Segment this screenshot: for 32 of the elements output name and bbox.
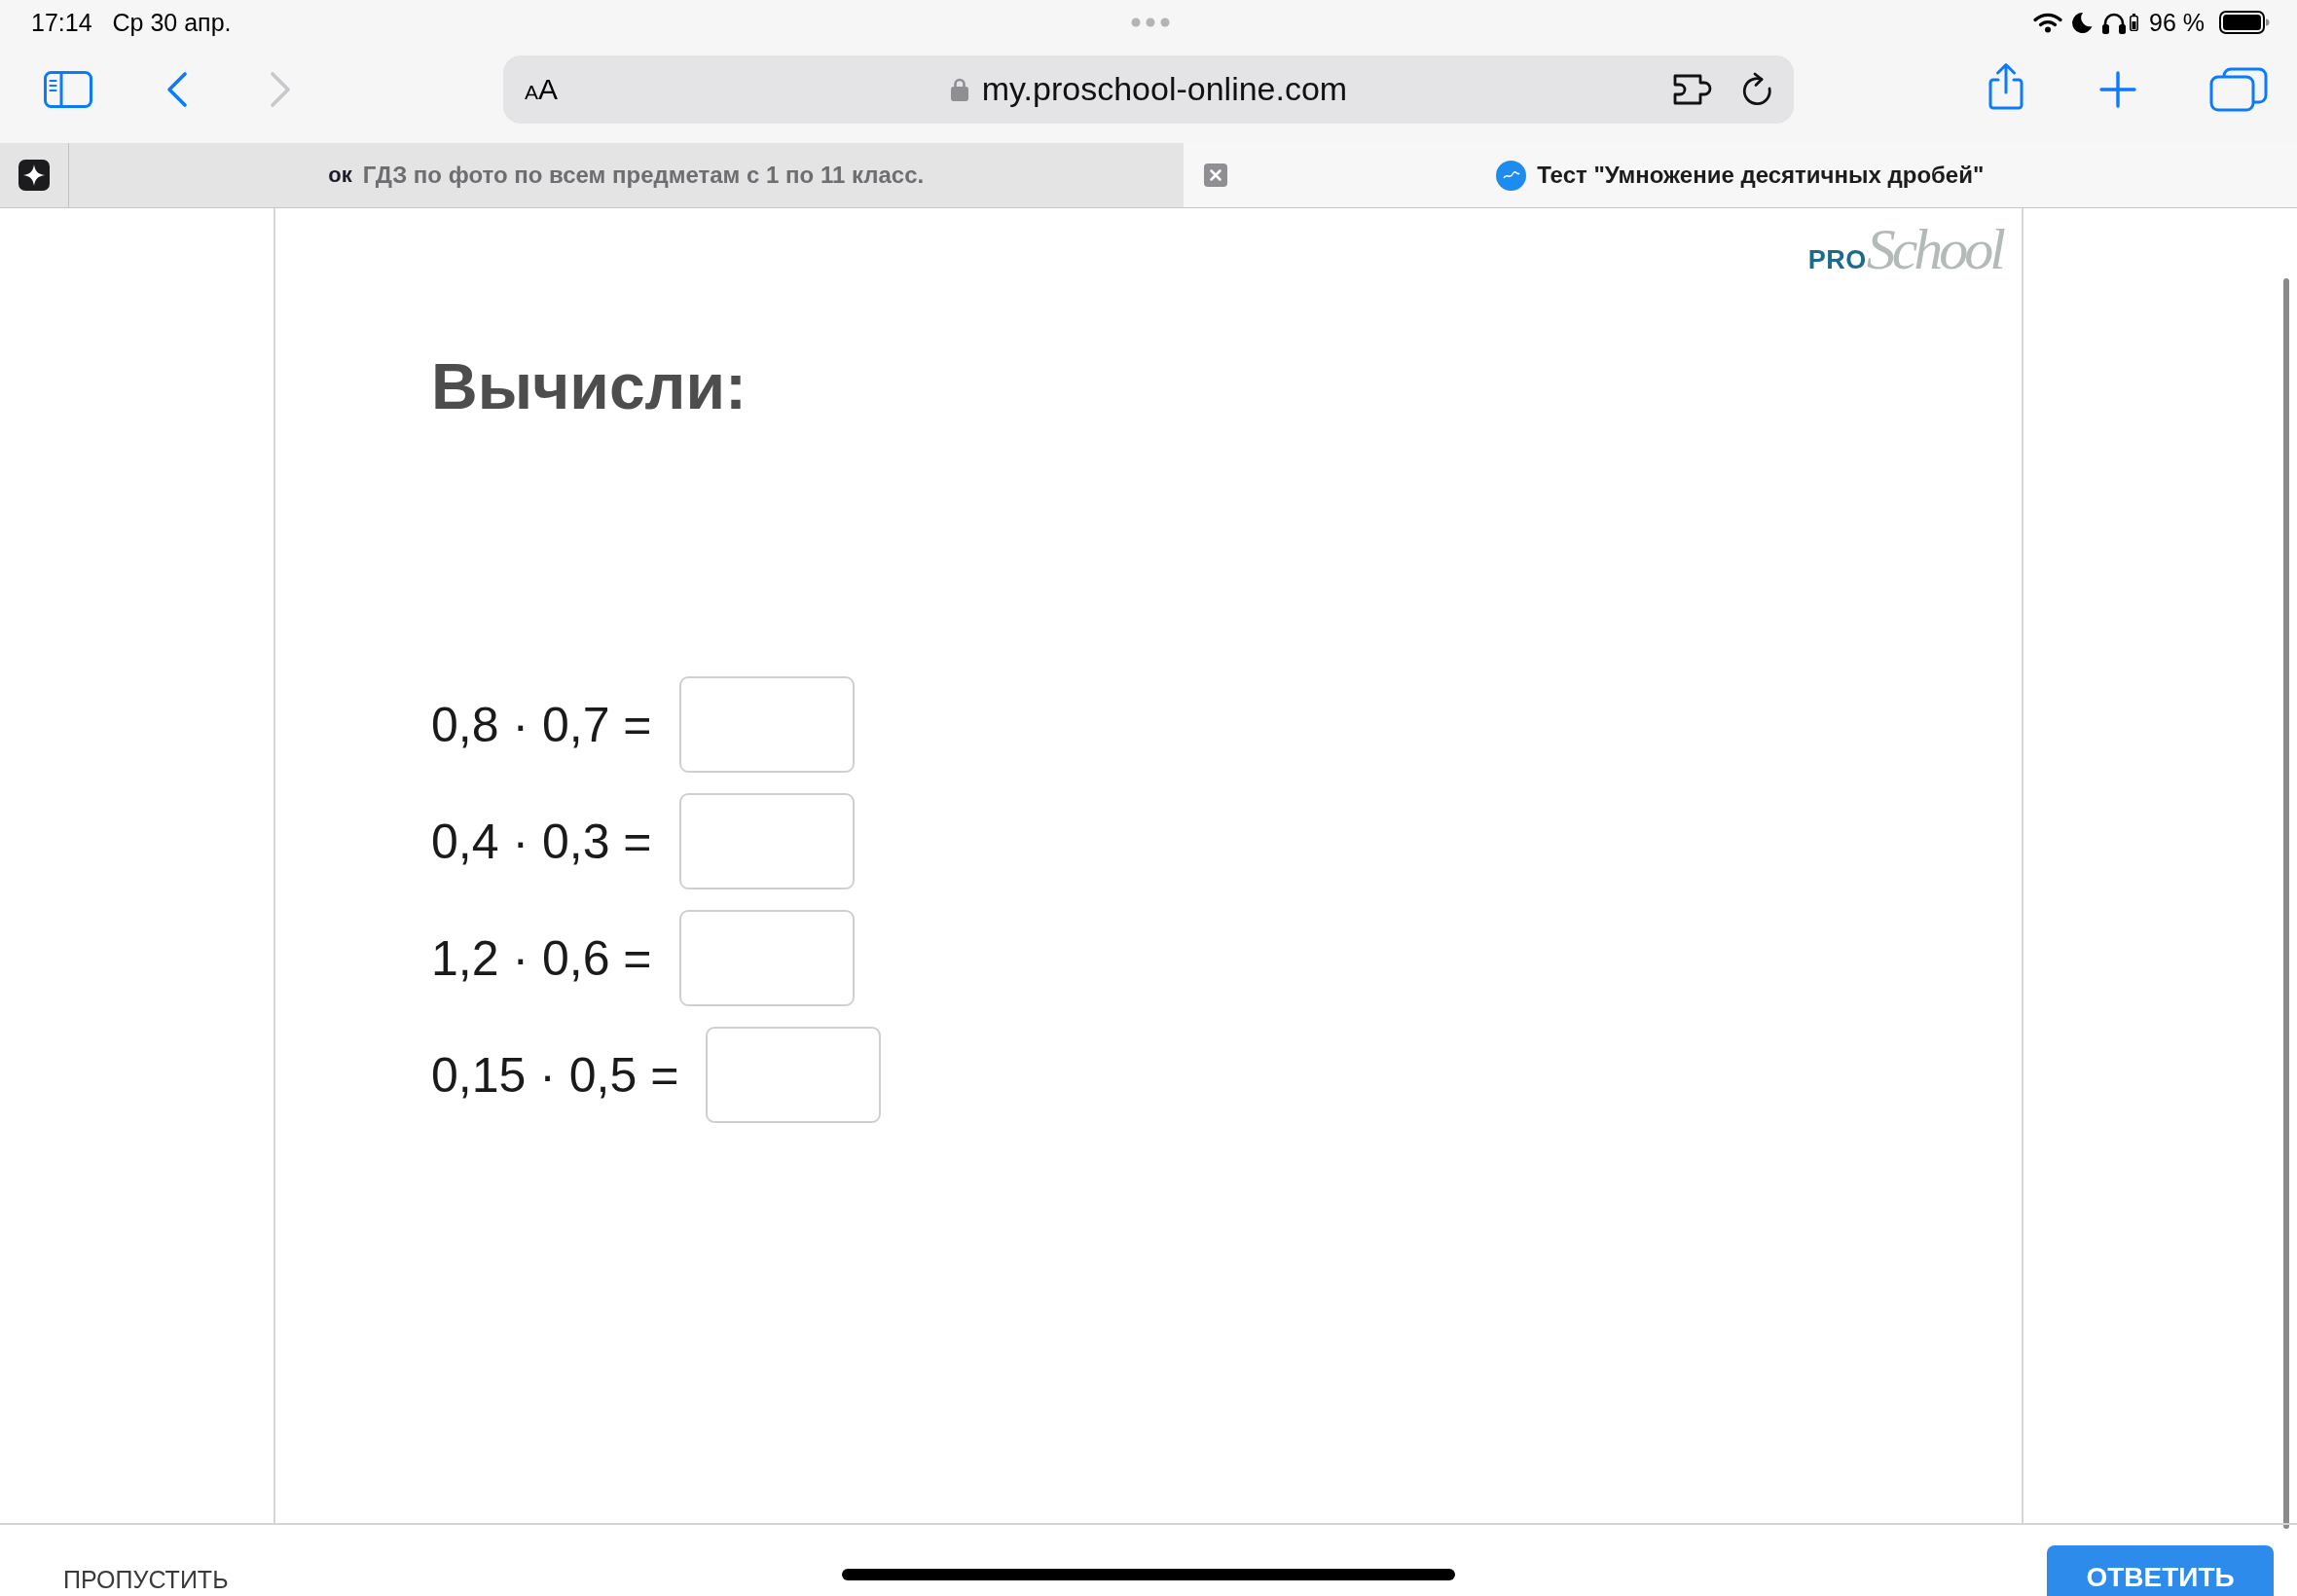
wifi-icon (2033, 12, 2062, 33)
heading: Вычисли: (431, 349, 747, 424)
address-bar[interactable]: AA my.proschool-online.com (503, 54, 1794, 124)
puzzle-piece-icon[interactable] (1672, 72, 1713, 106)
battery-icon (2130, 14, 2138, 31)
logo-text: School (1866, 216, 2004, 283)
battery-percent-text: 96 % (2149, 8, 2205, 37)
site-logo-text: ок (328, 163, 352, 188)
text-size-button[interactable]: AA (525, 72, 559, 106)
logo-text: PRO (1807, 245, 1867, 275)
browser-tab[interactable]: Тест "Умножение десятичных дробей" (1183, 143, 2297, 207)
skip-button[interactable]: ПРОПУСТИТЬ (63, 1566, 229, 1596)
math-expression: 0,8 · 0,7 = (431, 696, 652, 753)
battery-icon (2219, 11, 2270, 34)
math-expression: 0,4 · 0,3 = (431, 813, 652, 870)
favicon-icon (1496, 160, 1527, 191)
math-expression: 0,15 · 0,5 = (431, 1046, 679, 1104)
lock-icon (950, 77, 968, 101)
plus-icon[interactable] (2099, 70, 2136, 108)
chevron-left-icon[interactable] (165, 70, 189, 108)
three-dots-icon[interactable] (1131, 18, 1170, 27)
time-text: 17:14 (31, 8, 92, 37)
moon-icon (2071, 12, 2093, 33)
close-icon[interactable] (1203, 163, 1227, 187)
url-text: my.proschool-online.com (981, 70, 1348, 108)
sidebar-icon[interactable] (44, 70, 92, 108)
sparkle-icon[interactable] (18, 160, 50, 191)
overlapping-squares-icon[interactable] (2209, 66, 2268, 112)
headphones-icon (2101, 11, 2127, 34)
reload-icon[interactable] (1740, 71, 1773, 107)
math-expression: 1,2 · 0,6 = (431, 929, 652, 987)
date-text: Ср 30 апр. (112, 8, 232, 37)
